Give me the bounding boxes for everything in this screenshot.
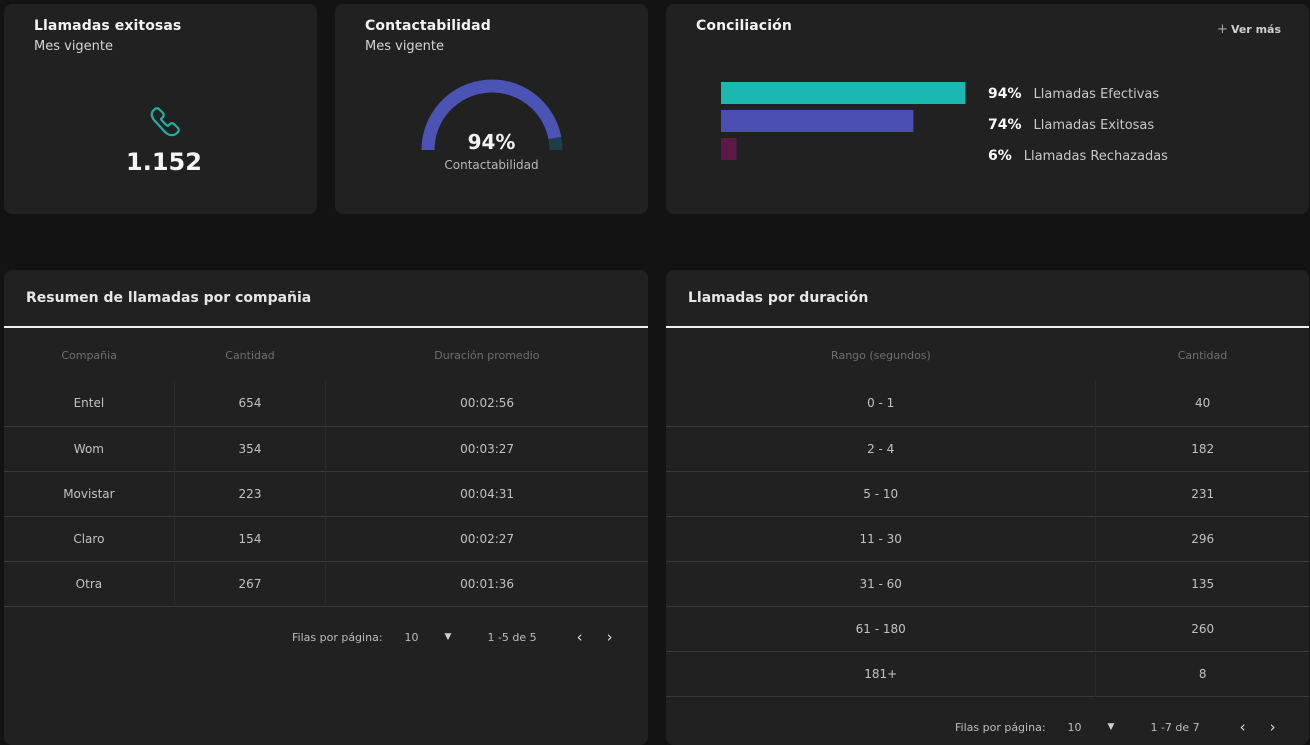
cell-range: 0 - 1 — [867, 396, 895, 411]
card-subtitle: Mes vigente — [34, 39, 114, 54]
column-header[interactable]: Rango (segundos) — [666, 330, 1096, 381]
cell-company: Entel — [73, 396, 105, 411]
caret-down-icon: ▼ — [1107, 722, 1115, 732]
table-row: Movistar 223 00:04:31 — [4, 470, 648, 516]
table-row: 31 - 60 135 — [666, 560, 1309, 606]
cell-range: 5 - 10 — [666, 470, 1096, 516]
chevron-left-icon[interactable]: ‹ — [1240, 718, 1246, 736]
card-title: Resumen de llamadas por compañia — [26, 290, 312, 306]
contactability-value: 94% — [467, 130, 516, 154]
cell-range: 11 - 30 — [666, 515, 1096, 561]
rows-per-page-select[interactable]: 10 ▼ — [405, 631, 452, 644]
cell-company: Otra — [4, 560, 175, 606]
column-header[interactable]: Duración promedio — [326, 330, 648, 381]
cell-range: 31 - 60 — [666, 560, 1096, 606]
legend-value: 6% — [988, 148, 1012, 164]
table-row: 181+ 8 — [666, 650, 1309, 696]
legend-rejected: 6% Llamadas Rechazadas — [988, 148, 1168, 164]
cell-count: 654 — [173, 381, 326, 426]
conciliation-bar-chart — [721, 82, 966, 160]
column-header[interactable]: Compañia — [4, 330, 174, 381]
pagination-range: 1 -5 de 5 — [487, 630, 537, 644]
cell-duration: 00:03:27 — [325, 425, 648, 471]
cell-range: 2 - 4 — [666, 425, 1096, 471]
table-row: 2 - 4 182 — [666, 425, 1309, 471]
cell-count: 223 — [173, 470, 326, 516]
table-row: Otra 267 00:01:36 — [4, 560, 648, 606]
durations-table: Rango (segundos) Cantidad 0 - 1 40 2 - 4… — [666, 330, 1309, 697]
cell-count: 135 — [1095, 560, 1309, 606]
card-subtitle: Mes vigente — [365, 39, 445, 54]
kpi-card-successful-calls: Llamadas exitosas Mes vigente 1.152 — [4, 4, 317, 214]
column-header[interactable]: Cantidad — [1096, 330, 1309, 381]
cell-count: 267 — [173, 560, 326, 606]
cell-count: 296 — [1095, 515, 1309, 561]
durations-card: Llamadas por duración Rango (segundos) C… — [666, 270, 1309, 745]
chevron-left-icon[interactable]: ‹ — [577, 628, 583, 646]
plus-icon: + — [1217, 22, 1228, 37]
table-row: Claro 154 00:02:27 — [4, 515, 648, 561]
card-title: Contactabilidad — [365, 18, 491, 34]
cell-count: 354 — [173, 425, 326, 471]
conciliation-card: Conciliación + Ver más 94% Llamadas Efecti… — [666, 4, 1309, 214]
divider — [4, 326, 648, 328]
chevron-right-icon[interactable]: › — [607, 628, 613, 646]
cell-range: 61 - 180 — [666, 605, 1096, 651]
rows-per-page-select[interactable]: 10 ▼ — [1068, 721, 1115, 734]
legend-successful: 74% Llamadas Exitosas — [988, 117, 1154, 133]
contactability-label: Contactabilidad — [444, 158, 539, 172]
table-row: 0 - 1 40 — [666, 381, 1309, 426]
phone-icon — [150, 107, 180, 137]
chevron-right-icon[interactable]: › — [1270, 718, 1276, 736]
cell-range: 181+ — [666, 650, 1096, 696]
cell-count: 260 — [1095, 605, 1309, 651]
cell-duration: 00:02:27 — [325, 515, 648, 561]
companies-summary-card: Resumen de llamadas por compañia Compañi… — [4, 270, 648, 745]
cell-count: 8 — [1095, 650, 1309, 696]
cell-count: 231 — [1095, 470, 1309, 516]
table-pagination: Filas por página: 10 ▼ 1 -7 de 7 ‹ › — [955, 718, 1276, 736]
table-row: 11 - 30 296 — [666, 515, 1309, 561]
companies-table: Compañia Cantidad Duración promedio Ente… — [4, 330, 648, 607]
card-title: Llamadas exitosas — [34, 18, 182, 34]
bar-rejected — [721, 138, 737, 160]
table-row: Entel 654 00:02:56 — [4, 381, 648, 426]
bar-effective — [721, 82, 966, 104]
card-title: Llamadas por duración — [688, 290, 869, 306]
pagination-range: 1 -7 de 7 — [1150, 720, 1200, 734]
legend-value: 94% — [988, 86, 1022, 102]
rows-per-page-label: Filas por página: — [955, 720, 1046, 734]
see-more-label: Ver más — [1230, 23, 1281, 36]
table-row: 5 - 10 231 — [666, 470, 1309, 516]
kpi-card-contactability: Contactabilidad Mes vigente 94% Contacta… — [335, 4, 648, 214]
successful-calls-value: 1.152 — [126, 148, 202, 176]
column-header[interactable]: Cantidad — [174, 330, 325, 381]
legend-label: Llamadas Efectivas — [1033, 87, 1160, 102]
cell-count: 182 — [1095, 425, 1309, 471]
legend-label: Llamadas Exitosas — [1033, 118, 1155, 133]
cell-count: 154 — [173, 515, 326, 561]
rows-per-page-value: 10 — [1067, 720, 1082, 734]
rows-per-page-value: 10 — [404, 630, 419, 644]
card-title: Conciliación — [696, 18, 792, 34]
see-more-link[interactable]: + Ver más — [1217, 22, 1281, 37]
legend-effective: 94% Llamadas Efectivas — [988, 86, 1159, 102]
divider — [666, 326, 1309, 328]
table-pagination: Filas por página: 10 ▼ 1 -5 de 5 ‹ › — [292, 628, 613, 646]
cell-company: Movistar — [4, 470, 175, 516]
legend-value: 74% — [988, 117, 1022, 133]
cell-duration: 00:02:56 — [325, 381, 648, 426]
cell-count: 40 — [1095, 381, 1309, 426]
caret-down-icon: ▼ — [444, 632, 452, 642]
legend-label: Llamadas Rechazadas — [1023, 149, 1168, 164]
table-row: Wom 354 00:03:27 — [4, 425, 648, 471]
bar-successful — [721, 110, 914, 132]
rows-per-page-label: Filas por página: — [292, 630, 383, 644]
cell-duration: 00:01:36 — [325, 560, 648, 606]
table-row: 61 - 180 260 — [666, 605, 1309, 651]
cell-company: Wom — [4, 425, 175, 471]
cell-duration: 00:04:31 — [325, 470, 648, 516]
cell-company: Claro — [4, 515, 175, 561]
